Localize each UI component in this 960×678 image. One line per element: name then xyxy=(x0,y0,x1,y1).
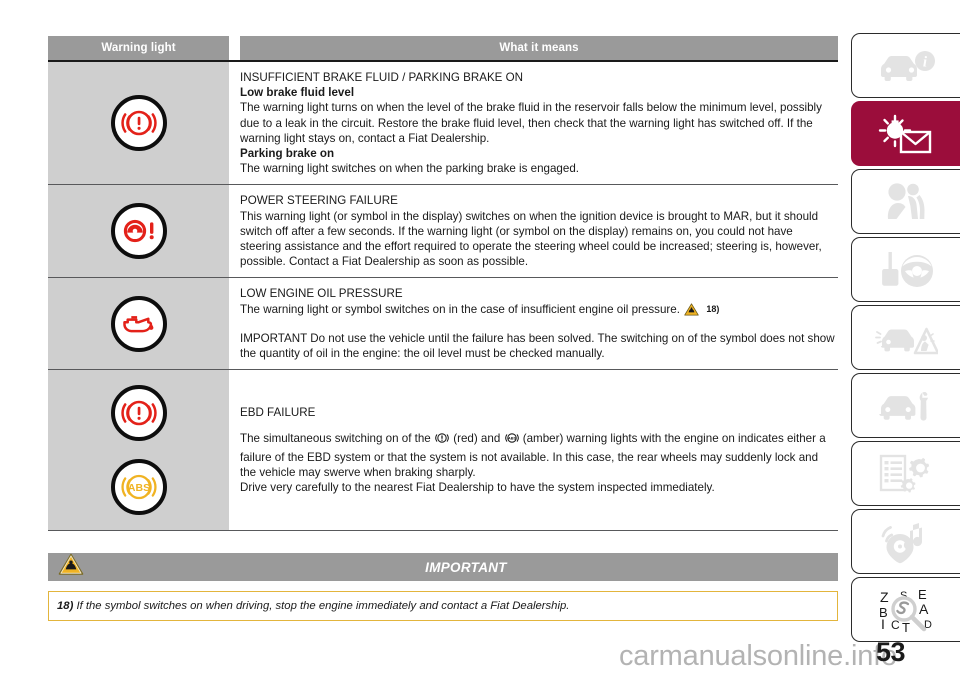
important-bar: IMPORTANT xyxy=(94,553,838,582)
footnote-reference: 18) xyxy=(706,303,720,314)
car-wrench-icon xyxy=(875,387,937,425)
svg-text:E: E xyxy=(918,587,927,602)
text-cell-power-steering: POWER STEERING FAILURE This warning ligh… xyxy=(240,185,838,278)
footnote-box: 18) If the symbol switches on when drivi… xyxy=(48,591,838,622)
header-gap xyxy=(229,36,240,60)
svg-text:T: T xyxy=(902,620,910,633)
sidebar-item-multimedia[interactable] xyxy=(851,509,960,574)
text-cell-brake: INSUFFICIENT BRAKE FLUID / PARKING BRAKE… xyxy=(240,62,838,185)
cell-gap xyxy=(229,370,240,531)
car-breakdown-triangle-icon xyxy=(874,318,938,358)
warning-light-envelope-icon xyxy=(873,113,939,155)
important-label: IMPORTANT xyxy=(425,559,507,575)
sidebar-item-starting-driving[interactable] xyxy=(851,237,960,302)
important-banner: IMPORTANT xyxy=(48,553,838,582)
row-body-2: Drive very carefully to the nearest Fiat… xyxy=(240,481,715,495)
row-body-1: This warning light (or symbol in the dis… xyxy=(240,209,822,269)
row-body-1: The simultaneous switching on of the (re… xyxy=(240,431,836,480)
table-header-row: Warning light What it means xyxy=(48,36,838,60)
seatbelt-passenger-icon xyxy=(878,182,934,222)
sidebar-item-technical-specifications[interactable] xyxy=(851,441,960,506)
cell-gap xyxy=(229,278,240,370)
row-body-1: The warning light or symbol switches on … xyxy=(240,302,836,320)
table-row: INSUFFICIENT BRAKE FLUID / PARKING BRAKE… xyxy=(48,62,838,186)
manual-page: Warning light What it means INSUFFICIENT… xyxy=(0,0,960,678)
symbol-cell-power-steering xyxy=(48,185,229,278)
brake-warning-light-icon xyxy=(110,95,167,152)
important-icon-box xyxy=(48,553,94,582)
cell-gap xyxy=(229,185,240,278)
index-magnifier-icon: Z S E B A I C T D xyxy=(874,587,938,633)
row-body-2: IMPORTANT Do not use the vehicle until t… xyxy=(240,331,835,361)
table-row: POWER STEERING FAILURE This warning ligh… xyxy=(48,185,838,279)
row-subhead-1: Low brake fluid level xyxy=(240,86,355,100)
low-engine-oil-pressure-icon xyxy=(110,295,167,352)
warning-triangle-icon xyxy=(58,553,84,581)
brake-warning-light-inline-icon xyxy=(435,431,449,449)
column-header-what-it-means: What it means xyxy=(240,36,838,60)
column-header-warning-light: Warning light xyxy=(48,36,229,60)
footnote-number: 18) xyxy=(57,600,74,613)
sidebar-item-dashboard-info[interactable]: i xyxy=(851,33,960,98)
row-body-1-part-a: The simultaneous switching on of the xyxy=(240,432,431,446)
row-body-1-text: The warning light or symbol switches on … xyxy=(240,302,680,316)
power-steering-failure-icon xyxy=(110,203,167,260)
row-subhead-2: Parking brake on xyxy=(240,147,335,161)
svg-text:A: A xyxy=(919,601,929,617)
warning-lights-table: Warning light What it means INSUFFICIENT… xyxy=(48,36,838,622)
sidebar-item-emergency[interactable] xyxy=(851,305,960,370)
abs-warning-light-inline-icon: ABS xyxy=(504,431,519,449)
sidebar-item-alphabetical-index[interactable]: Z S E B A I C T D xyxy=(851,577,960,642)
row-title: LOW ENGINE OIL PRESSURE xyxy=(240,287,403,301)
row-body-2: The warning light switches on when the p… xyxy=(240,162,579,176)
svg-text:S: S xyxy=(900,590,907,602)
abs-warning-light-icon: ABS xyxy=(110,459,167,516)
row-title: INSUFFICIENT BRAKE FLUID / PARKING BRAKE… xyxy=(240,71,524,84)
music-signal-icon xyxy=(877,520,935,564)
text-cell-oil-pressure: LOW ENGINE OIL PRESSURE The warning ligh… xyxy=(240,278,838,370)
section-tabs-sidebar: i Z S E B A I C T D xyxy=(851,33,960,645)
table-row: ABS EBD FAILURE The simultaneous switchi… xyxy=(48,370,838,532)
row-title: POWER STEERING FAILURE xyxy=(240,194,398,208)
sidebar-item-safety[interactable] xyxy=(851,169,960,234)
svg-text:Z: Z xyxy=(880,589,889,605)
symbol-cell-ebd: ABS xyxy=(48,370,229,531)
car-info-icon: i xyxy=(875,47,937,85)
page-number: 53 xyxy=(876,637,906,667)
brake-warning-light-icon xyxy=(110,385,167,442)
table-row: LOW ENGINE OIL PRESSURE The warning ligh… xyxy=(48,278,838,371)
row-body-1-part-b: (red) and xyxy=(453,432,501,446)
svg-text:ABS: ABS xyxy=(507,437,516,441)
sidebar-item-maintenance-care[interactable] xyxy=(851,373,960,438)
warning-triangle-icon xyxy=(684,303,699,320)
symbol-cell-brake xyxy=(48,62,229,185)
footnote-text: If the symbol switches on when driving, … xyxy=(76,600,570,613)
svg-text:ABS: ABS xyxy=(127,482,149,494)
watermark: carmanualsonline.info xyxy=(619,640,897,672)
key-steering-wheel-icon xyxy=(876,250,936,290)
list-gears-icon xyxy=(875,453,937,495)
cell-gap xyxy=(229,62,240,185)
text-cell-ebd: EBD FAILURE The simultaneous switching o… xyxy=(240,370,838,531)
footnote: 18) If the symbol switches on when drivi… xyxy=(57,600,569,612)
svg-text:I: I xyxy=(881,616,885,632)
table-body: INSUFFICIENT BRAKE FLUID / PARKING BRAKE… xyxy=(48,62,838,532)
sidebar-item-warning-lights-messages[interactable] xyxy=(851,101,960,166)
symbol-cell-oil-pressure xyxy=(48,278,229,370)
row-body-1: The warning light turns on when the leve… xyxy=(240,101,822,145)
row-title: EBD FAILURE xyxy=(240,406,316,420)
